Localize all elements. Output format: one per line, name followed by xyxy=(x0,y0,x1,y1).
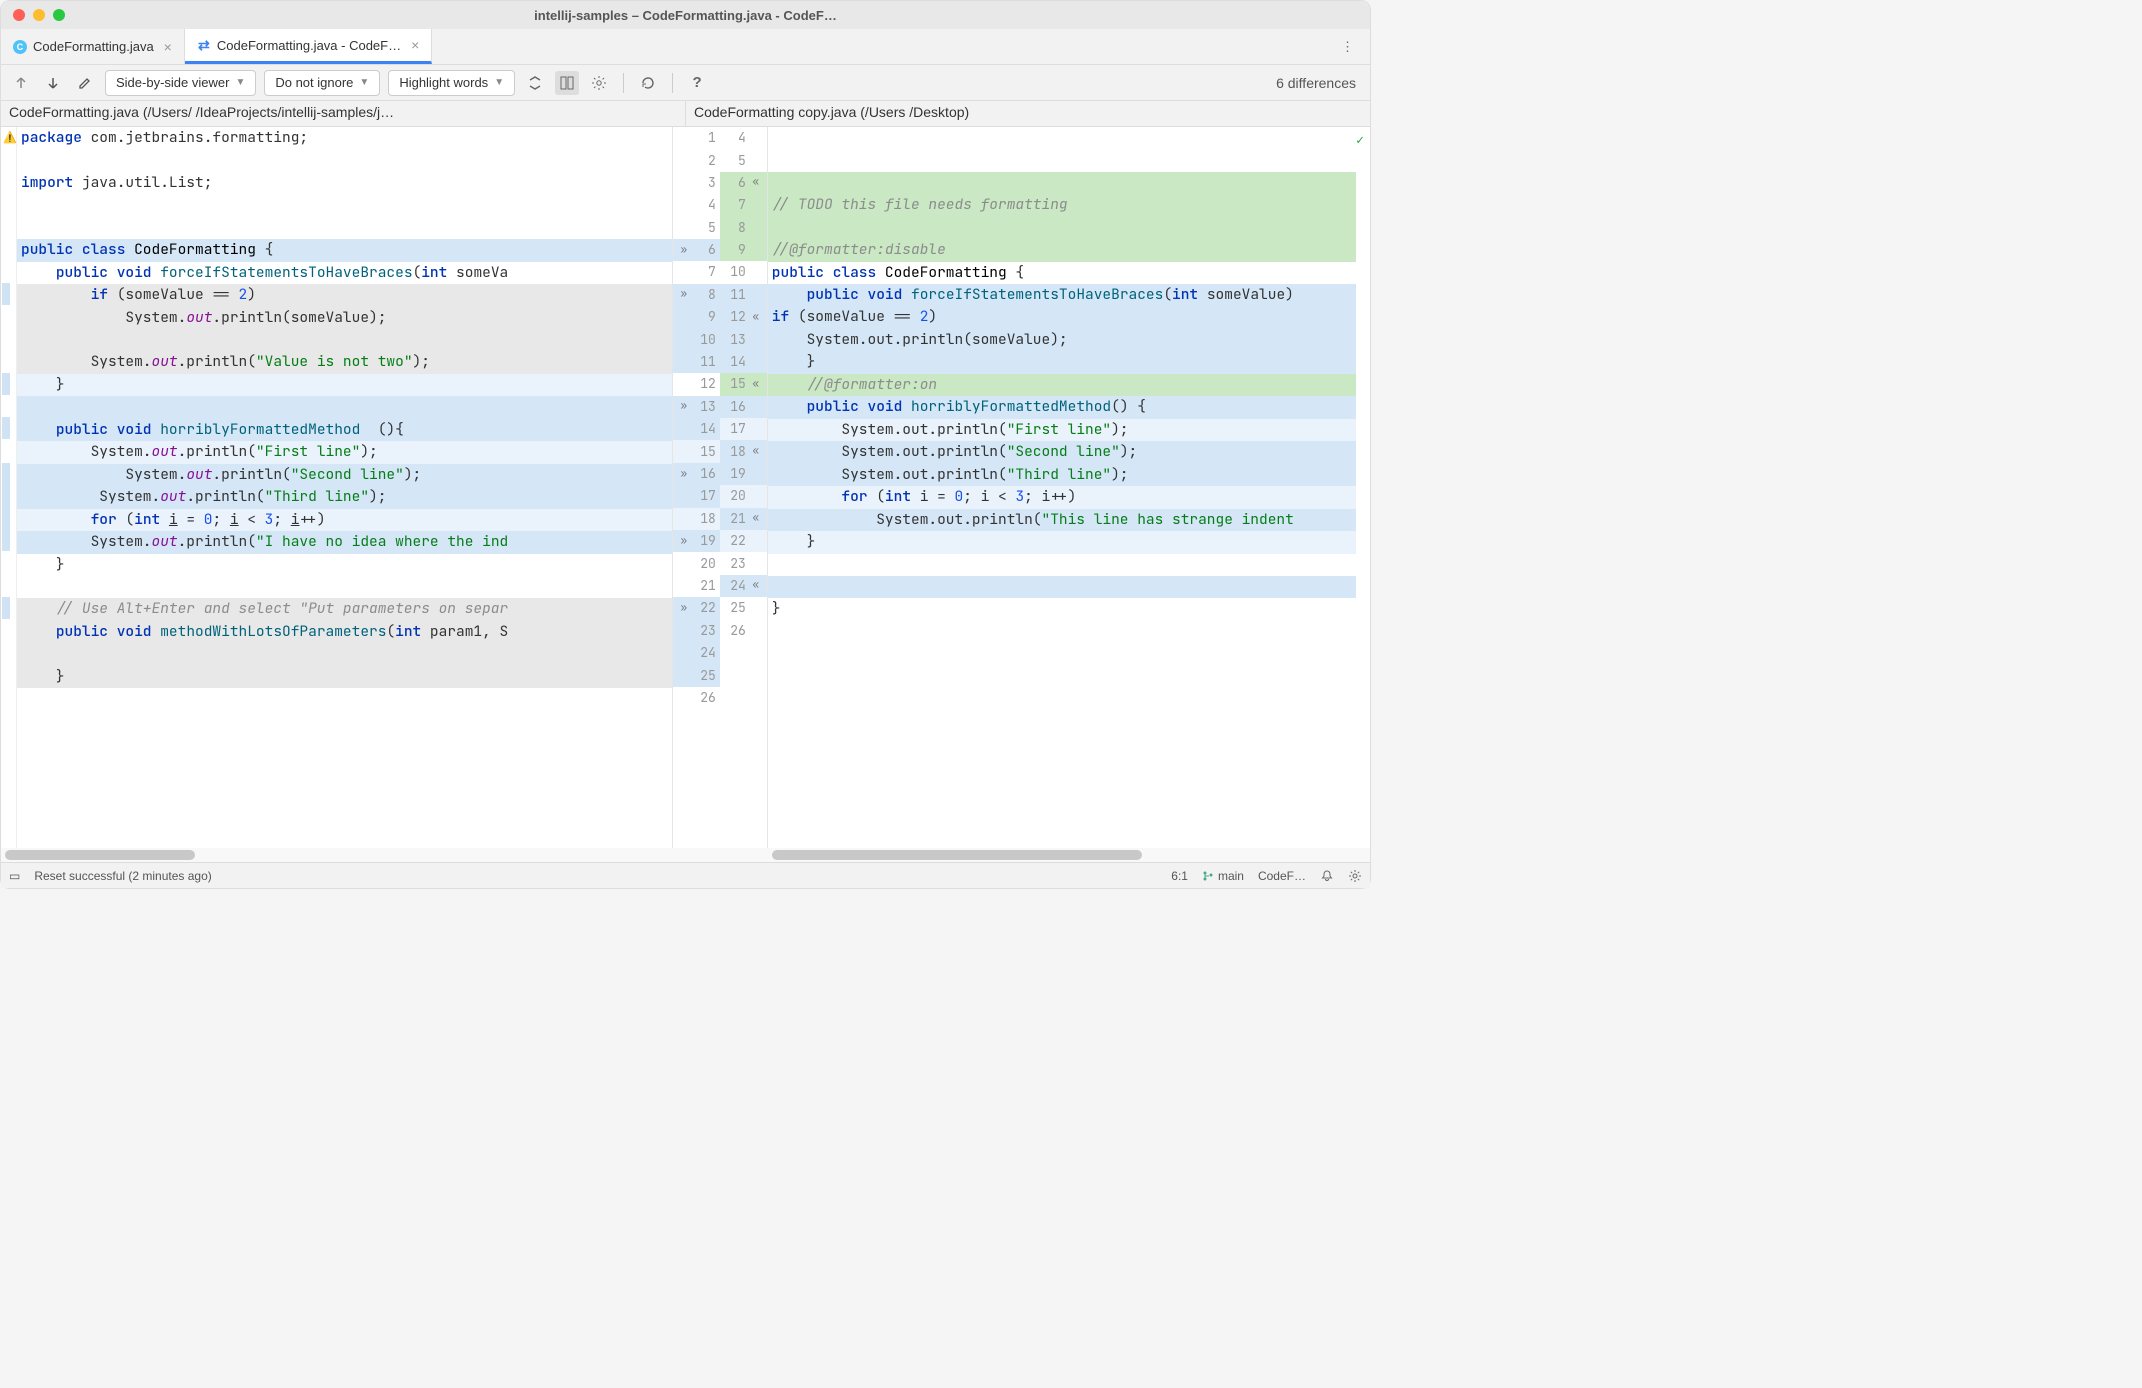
right-hscroll[interactable] xyxy=(768,848,1370,862)
next-diff-button[interactable] xyxy=(41,71,65,95)
settings-button[interactable] xyxy=(587,71,611,95)
refresh-button[interactable] xyxy=(636,71,660,95)
inspection-ok-icon: ✓ xyxy=(1356,130,1364,150)
whitespace-label: Do not ignore xyxy=(275,75,353,90)
right-file-path: CodeFormatting copy.java (/Users /Deskto… xyxy=(685,101,1370,126)
right-code[interactable]: // TODO this file needs formatting//@for… xyxy=(768,127,1356,848)
collapse-unchanged-button[interactable] xyxy=(523,71,547,95)
diff-icon: ⇄ xyxy=(197,38,211,52)
chevron-down-icon: ▼ xyxy=(359,77,369,88)
java-class-icon: C xyxy=(13,40,27,54)
git-branch[interactable]: main xyxy=(1202,869,1244,883)
branch-icon xyxy=(1202,870,1214,882)
highlight-select[interactable]: Highlight words ▼ xyxy=(388,70,515,96)
tab-label: CodeFormatting.java xyxy=(33,39,154,54)
notifications-icon[interactable] xyxy=(1320,869,1334,883)
line-col-indicator[interactable]: 6:1 xyxy=(1171,869,1188,883)
left-marker-strip: ⚠️ xyxy=(1,127,17,848)
tabs-menu-icon[interactable]: ⋮ xyxy=(1333,29,1362,64)
maximize-window-button[interactable] xyxy=(53,9,65,21)
help-button[interactable]: ? xyxy=(685,71,709,95)
close-window-button[interactable] xyxy=(13,9,25,21)
viewer-mode-select[interactable]: Side-by-side viewer ▼ xyxy=(105,70,256,96)
edit-source-button[interactable] xyxy=(73,71,97,95)
chevron-down-icon: ▼ xyxy=(235,77,245,88)
background-tasks[interactable]: CodeF… xyxy=(1258,869,1306,883)
whitespace-select[interactable]: Do not ignore ▼ xyxy=(264,70,380,96)
viewer-mode-label: Side-by-side viewer xyxy=(116,75,229,90)
chevron-down-icon: ▼ xyxy=(494,77,504,88)
window-title: intellij-samples – CodeFormatting.java -… xyxy=(534,8,837,23)
titlebar: intellij-samples – CodeFormatting.java -… xyxy=(1,1,1370,29)
close-tab-icon[interactable]: × xyxy=(160,39,172,55)
tool-window-button[interactable]: ▭ xyxy=(9,869,20,883)
tab-codeformatting[interactable]: C CodeFormatting.java × xyxy=(1,29,185,64)
prev-diff-button[interactable] xyxy=(9,71,33,95)
status-bar: ▭ Reset successful (2 minutes ago) 6:1 m… xyxy=(1,862,1370,888)
diff-count-label: 6 differences xyxy=(1276,75,1362,91)
status-message: Reset successful (2 minutes ago) xyxy=(34,869,211,883)
diff-toolbar: Side-by-side viewer ▼ Do not ignore ▼ Hi… xyxy=(1,65,1370,101)
left-pane[interactable]: ⚠️ package com.jetbrains.formatting;impo… xyxy=(1,127,672,848)
right-marker-strip: ✓ xyxy=(1356,127,1370,848)
line-number-gutter: 142536«4758»69710»811912«101311141215«»1… xyxy=(672,127,768,848)
window-controls xyxy=(13,9,65,21)
left-hscroll[interactable] xyxy=(1,848,672,862)
scroll-thumb[interactable] xyxy=(772,850,1142,860)
warning-icon: ⚠️ xyxy=(3,130,17,147)
editor-tabs: C CodeFormatting.java × ⇄ CodeFormatting… xyxy=(1,29,1370,65)
right-pane[interactable]: // TODO this file needs formatting//@for… xyxy=(768,127,1370,848)
minimize-window-button[interactable] xyxy=(33,9,45,21)
diff-viewer: ⚠️ package com.jetbrains.formatting;impo… xyxy=(1,127,1370,848)
file-paths: CodeFormatting.java (/Users/ /IdeaProjec… xyxy=(1,101,1370,127)
left-file-path: CodeFormatting.java (/Users/ /IdeaProjec… xyxy=(1,101,685,126)
tab-diff[interactable]: ⇄ CodeFormatting.java - CodeF… × xyxy=(185,29,432,64)
tab-label: CodeFormatting.java - CodeF… xyxy=(217,38,401,53)
scroll-thumb[interactable] xyxy=(5,850,195,860)
sync-scroll-button[interactable] xyxy=(555,71,579,95)
highlight-label: Highlight words xyxy=(399,75,488,90)
ide-settings-icon[interactable] xyxy=(1348,869,1362,883)
left-code[interactable]: package com.jetbrains.formatting;import … xyxy=(17,127,672,848)
close-tab-icon[interactable]: × xyxy=(407,37,419,53)
